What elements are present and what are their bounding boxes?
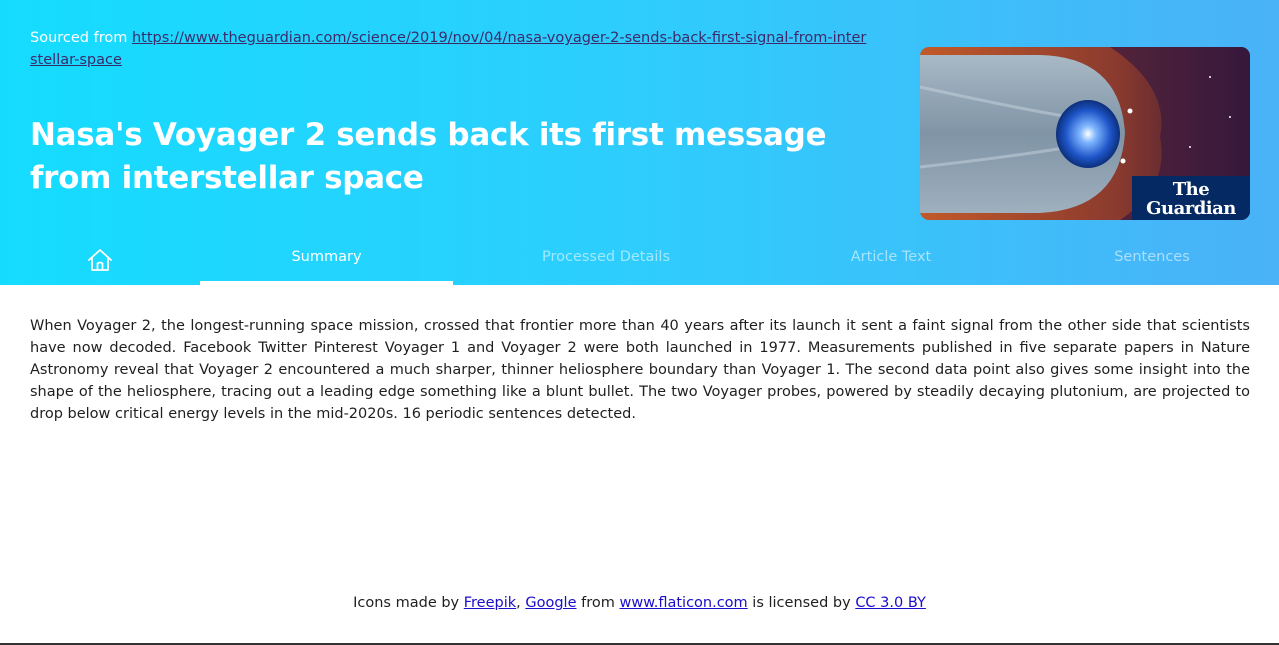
summary-text: When Voyager 2, the longest-running spac…: [30, 318, 1250, 422]
source-prefix: Sourced from: [30, 30, 128, 46]
article-header: Sourced from https://www.theguardian.com…: [0, 0, 1279, 285]
guardian-logo: The Guardian: [1132, 176, 1250, 220]
home-icon: [88, 249, 112, 271]
tab-article-text[interactable]: Article Text: [771, 235, 1011, 285]
freepik-link[interactable]: Freepik: [464, 595, 516, 611]
logo-line-2: Guardian: [1146, 198, 1236, 219]
tab-home[interactable]: [0, 235, 200, 285]
source-link[interactable]: https://www.theguardian.com/science/2019…: [30, 30, 866, 68]
article-title: Nasa's Voyager 2 sends back its first me…: [30, 117, 827, 196]
logo-line-1: The: [1172, 179, 1210, 200]
license-link[interactable]: CC 3.0 BY: [855, 595, 926, 611]
footer-separator: ,: [516, 595, 521, 611]
footer-licensed: is licensed by: [752, 595, 851, 611]
tab-bar: Summary Processed Details Article Text S…: [0, 235, 1279, 285]
tab-processed-details[interactable]: Processed Details: [486, 235, 726, 285]
article-hero-image: The Guardian: [920, 47, 1250, 220]
tab-sentences[interactable]: Sentences: [1032, 235, 1272, 285]
footer-from: from: [581, 595, 615, 611]
google-link[interactable]: Google: [525, 595, 576, 611]
source-line: Sourced from https://www.theguardian.com…: [30, 27, 870, 71]
tab-summary[interactable]: Summary: [200, 235, 453, 285]
footer-prefix: Icons made by: [353, 595, 460, 611]
flaticon-link[interactable]: www.flaticon.com: [619, 595, 747, 611]
attribution-footer: Icons made by Freepik, Google from www.f…: [0, 592, 1279, 614]
